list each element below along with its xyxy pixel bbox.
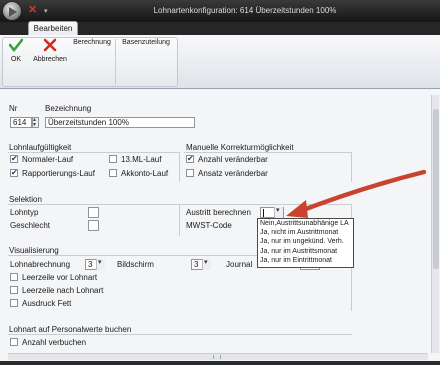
group-border xyxy=(179,152,180,182)
bezeichnung-label: Bezeichnung xyxy=(45,104,92,113)
anzahl-verbuchen-label: Anzahl verbuchen xyxy=(22,338,87,347)
akkonto-lauf-label: Akkonto-Lauf xyxy=(121,169,169,178)
mwst-code-label: MWST-Code xyxy=(186,221,232,230)
group-divider xyxy=(8,334,352,335)
scrollbar-grip[interactable] xyxy=(213,355,221,359)
dropdown-option[interactable]: Ja, nur im ungekünd. Verh. xyxy=(259,238,353,246)
normaler-lauf-label: Normaler-Lauf xyxy=(22,155,74,164)
ausdruck-fett-label: Ausdruck Fett xyxy=(22,299,72,308)
text-caret xyxy=(263,209,264,217)
ml-lauf-checkbox[interactable] xyxy=(109,155,117,163)
quick-access-dropdown-icon[interactable]: ▾ xyxy=(44,7,52,15)
app-menu-button[interactable] xyxy=(2,1,22,21)
lohntyp-field[interactable] xyxy=(88,207,99,218)
lohnabrechnung-combo[interactable]: 3 xyxy=(85,258,105,270)
akkonto-lauf-checkbox[interactable] xyxy=(109,169,117,177)
dropdown-option[interactable]: Ja, nicht im Austrittmonat xyxy=(259,229,353,237)
ribbon-separator xyxy=(115,39,116,85)
annotation-arrow-icon xyxy=(286,169,427,218)
basenzuteilung-button[interactable]: Basenzuteilung xyxy=(118,39,174,46)
scrollbar-thumb[interactable] xyxy=(433,109,439,269)
leerzeile-nach-checkbox[interactable] xyxy=(10,286,18,294)
ml-lauf-label: 13.ML-Lauf xyxy=(121,155,162,164)
selektion-title: Selektion xyxy=(9,195,42,204)
tab-bearbeiten[interactable]: Bearbeiten xyxy=(28,21,78,36)
journal-label: Journal xyxy=(226,260,253,269)
lohnabrechnung-value: 3 xyxy=(88,260,93,269)
ausdruck-fett-checkbox[interactable] xyxy=(10,299,18,307)
visualisierung-title: Visualisierung xyxy=(9,246,59,255)
group-divider xyxy=(8,152,180,153)
berechnung-label: Berechnung xyxy=(73,39,111,46)
lohnabrechnung-label: Lohnabrechnung xyxy=(10,260,71,269)
personalwerte-title: Lohnart auf Personalwerte buchen xyxy=(9,325,132,334)
window-title: Lohnartenkonfiguration: 614 Überzeitstun… xyxy=(153,6,337,15)
group-border xyxy=(179,204,180,236)
bildschirm-value: 3 xyxy=(194,260,199,269)
nr-label: Nr xyxy=(9,104,18,113)
vertical-scrollbar[interactable] xyxy=(431,95,439,353)
berechnung-button[interactable]: Berechnung xyxy=(72,39,112,46)
leerzeile-nach-label: Leerzeile nach Lohnart xyxy=(22,286,104,295)
window-bottom-edge xyxy=(0,361,440,365)
ok-label: OK xyxy=(10,56,22,63)
anzahl-verbuchen-checkbox[interactable] xyxy=(10,338,18,346)
rapportierungs-lauf-checkbox[interactable] xyxy=(10,168,18,177)
anzahl-veraenderbar-checkbox[interactable] xyxy=(186,154,194,163)
rapportierungs-lauf-label: Rapportierungs-Lauf xyxy=(22,169,95,178)
nr-input[interactable]: 614 xyxy=(10,117,32,128)
group-divider xyxy=(184,152,352,153)
manuelle-korrektur-title: Manuelle Korrekturmöglichkeit xyxy=(186,143,294,152)
anzahl-veraenderbar-label: Anzahl veränderbar xyxy=(198,155,268,164)
dropdown-option[interactable]: Ja, nur im Eintrittmonat xyxy=(259,257,353,265)
lohntyp-label: Lohntyp xyxy=(10,208,39,217)
austritt-dropdown-list: Nein,Austrittsunabhänige LA Ja, nicht im… xyxy=(257,218,354,268)
leerzeile-vor-label: Leerzeile vor Lohnart xyxy=(22,273,98,282)
cancel-x-icon xyxy=(43,38,57,52)
abbrechen-label: Abbrechen xyxy=(33,56,67,63)
geschlecht-label: Geschlecht xyxy=(10,221,51,230)
lohnlaufgueltigkeit-title: Lohnlaufgültigkeit xyxy=(9,143,72,152)
leerzeile-vor-checkbox[interactable] xyxy=(10,273,18,281)
austritt-berechnen-label: Austritt berechnen xyxy=(186,208,251,217)
ok-button[interactable]: OK xyxy=(6,38,26,63)
ansatz-veraenderbar-checkbox[interactable] xyxy=(186,169,194,177)
chevron-down-icon[interactable] xyxy=(202,258,211,270)
dropdown-option[interactable]: Ja, nur im Austrittsmonat xyxy=(259,248,353,256)
bildschirm-combo[interactable]: 3 xyxy=(191,258,211,270)
bildschirm-label: Bildschirm xyxy=(117,260,154,269)
checkmark-icon xyxy=(9,38,23,52)
normaler-lauf-checkbox[interactable] xyxy=(10,154,18,163)
bezeichnung-input[interactable]: Überzeitstunden 100% xyxy=(45,117,195,128)
basenzuteilung-label: Basenzuteilung xyxy=(122,39,170,46)
abbrechen-button[interactable]: Abbrechen xyxy=(32,38,68,63)
geschlecht-field[interactable] xyxy=(88,220,99,231)
app-logo-icon xyxy=(9,7,17,17)
horizontal-scrollbar[interactable] xyxy=(8,353,428,360)
nr-spinner[interactable] xyxy=(32,116,39,128)
chevron-down-icon[interactable] xyxy=(96,258,105,270)
quick-access-close-icon[interactable]: ✕ xyxy=(28,4,38,16)
ansatz-veraenderbar-label: Ansatz veränderbar xyxy=(198,169,268,178)
